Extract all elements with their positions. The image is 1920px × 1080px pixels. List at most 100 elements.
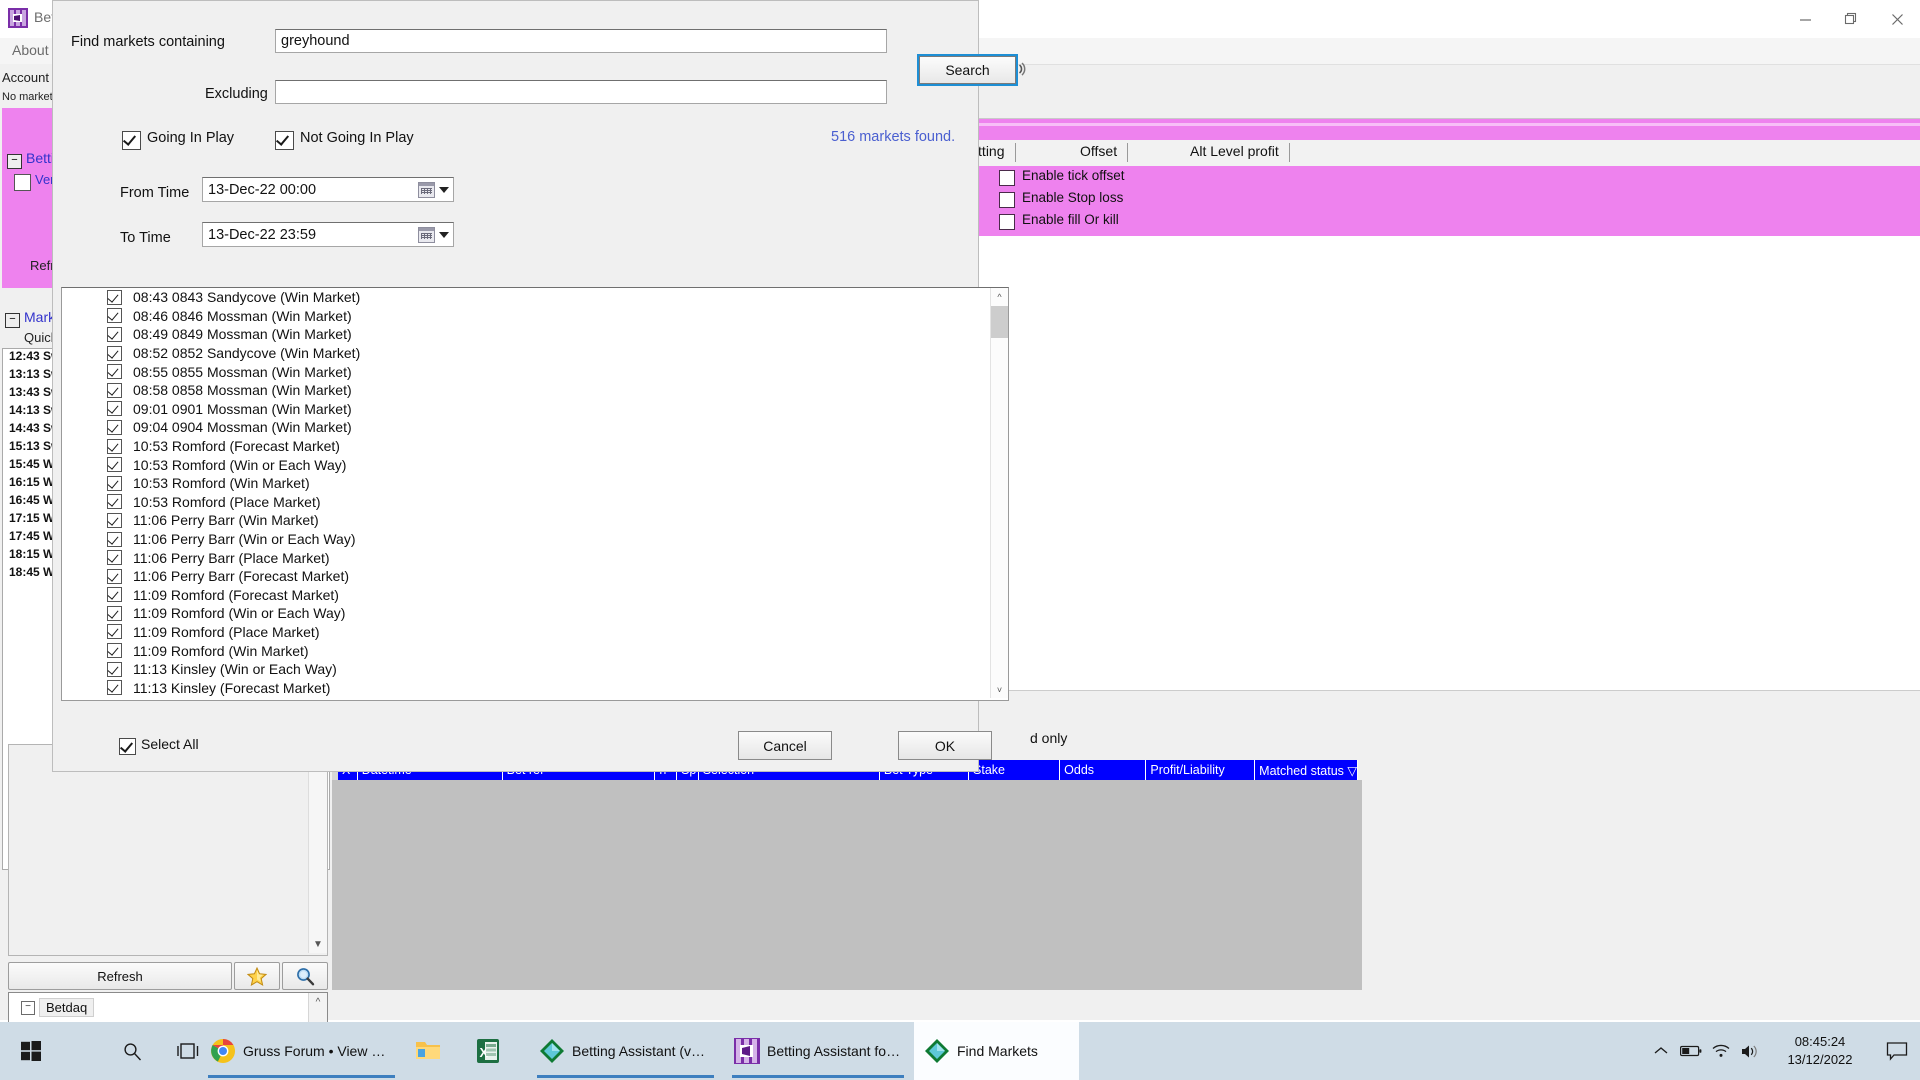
option-checkbox[interactable] [999,170,1015,186]
window-minimize-button[interactable] [1782,0,1828,38]
market-item-checkbox[interactable] [107,289,122,305]
market-item-checkbox[interactable] [107,643,122,659]
market-list-item[interactable]: 08:49 0849 Mossman (Win Market) [62,325,990,344]
windows-start-icon[interactable] [8,1032,54,1070]
wifi-icon[interactable] [1706,1022,1736,1080]
favourites-star-icon[interactable] [234,962,280,990]
scrollbar-thumb[interactable] [991,306,1008,338]
market-list-item[interactable]: 11:06 Perry Barr (Place Market) [62,548,990,567]
not-going-in-play-checkbox[interactable] [275,131,294,150]
market-list-item[interactable]: 11:06 Perry Barr (Win Market) [62,511,990,530]
market-list-item[interactable]: 08:43 0843 Sandycove (Win Market) [62,288,990,307]
taskbar-item[interactable]: X [467,1022,529,1080]
market-item-checkbox[interactable] [107,494,122,510]
option-checkbox[interactable] [999,214,1015,230]
taskbar-item[interactable] [405,1022,467,1080]
market-item-checkbox[interactable] [107,401,122,417]
taskbar-item[interactable]: Betting Assistant fo… [724,1022,914,1080]
verify-bets-checkbox[interactable] [14,174,31,191]
grid-column-header[interactable]: Matched status ▽ [1255,760,1359,780]
excluding-input[interactable] [275,80,887,104]
option-checkbox[interactable] [999,192,1015,208]
tree-scroll-up-icon[interactable]: ^ [309,993,327,1011]
scroll-down-icon[interactable]: ▼ [309,935,327,953]
show-hidden-icons-icon[interactable] [1646,1022,1676,1080]
action-center-icon[interactable] [1874,1022,1920,1080]
grid-column-header[interactable]: Odds [1060,760,1147,780]
left-secondary-scrollbar[interactable]: ▲ ▼ [308,745,327,953]
markets-node-expander[interactable]: − [5,313,20,328]
markets-listbox[interactable]: 08:43 0843 Sandycove (Win Market) 08:46 0… [61,287,1009,701]
market-item-checkbox[interactable] [107,382,122,398]
search-button[interactable]: Search [917,54,1018,86]
find-markets-input[interactable]: greyhound [275,29,887,53]
market-list-item[interactable]: 08:46 0846 Mossman (Win Market) [62,307,990,326]
market-item-checkbox[interactable] [107,326,122,342]
scroll-up-icon[interactable]: ^ [991,288,1008,305]
find-markets-magnifier-icon[interactable] [282,962,328,990]
market-item-checkbox[interactable] [107,475,122,491]
market-list-item[interactable]: 11:13 Kinsley (Win or Each Way) [62,660,990,679]
market-item-checkbox[interactable] [107,457,122,473]
select-all-checkbox[interactable] [119,738,136,755]
search-icon[interactable] [112,1032,152,1070]
market-item-checkbox[interactable] [107,680,122,696]
market-item-checkbox[interactable] [107,364,122,380]
taskbar-item[interactable]: Gruss Forum • View … [200,1022,405,1080]
battery-icon[interactable] [1676,1022,1706,1080]
market-list-item[interactable]: 11:09 Romford (Win Market) [62,641,990,660]
market-item-checkbox[interactable] [107,512,122,528]
grid-column-header[interactable]: Stake [969,760,1061,780]
window-restore-button[interactable] [1828,0,1874,38]
volume-icon[interactable] [1736,1022,1766,1080]
market-list-item[interactable]: 08:52 0852 Sandycove (Win Market) [62,344,990,363]
taskbar-item[interactable]: Betting Assistant (v… [529,1022,724,1080]
market-list-item[interactable]: 11:06 Perry Barr (Win or Each Way) [62,530,990,549]
grid-column-header[interactable]: Profit/Liability [1146,760,1256,780]
market-list-item[interactable]: 09:04 0904 Mossman (Win Market) [62,418,990,437]
market-item-checkbox[interactable] [107,568,122,584]
cancel-button[interactable]: Cancel [738,731,832,760]
market-item-checkbox[interactable] [107,624,122,640]
tree-expander-icon[interactable]: − [21,1001,35,1015]
to-time-input[interactable]: 13-Dec-22 23:59 [202,222,454,247]
market-item-checkbox[interactable] [107,438,122,454]
market-item-checkbox[interactable] [107,605,122,621]
from-time-input[interactable]: 13-Dec-22 00:00 [202,177,454,202]
settings-tabstrip[interactable]: Dutch bettingOffsetAlt Level profit [922,140,1920,167]
refresh-button[interactable]: Refresh [8,962,232,990]
market-list-item[interactable]: 10:53 Romford (Win or Each Way) [62,455,990,474]
market-list-item[interactable]: 10:53 Romford (Win Market) [62,474,990,493]
tab-alt-level-profit[interactable]: Alt Level profit [1180,143,1290,162]
markets-list-scrollbar[interactable]: ^ ˅ [990,288,1008,698]
market-list-item[interactable]: 09:01 0901 Mossman (Win Market) [62,400,990,419]
market-list-item[interactable]: 11:09 Romford (Forecast Market) [62,586,990,605]
market-list-item[interactable]: 11:09 Romford (Place Market) [62,623,990,642]
market-item-checkbox[interactable] [107,587,122,603]
scroll-down-icon[interactable]: ˅ [991,681,1008,698]
market-list-item[interactable]: 10:53 Romford (Place Market) [62,493,990,512]
tree-node[interactable]: − Betdaq [9,993,327,1022]
calendar-dropdown-icon[interactable] [409,226,449,243]
market-item-checkbox[interactable] [107,550,122,566]
market-list-item[interactable]: 11:09 Romford (Win or Each Way) [62,604,990,623]
betting-node-expander[interactable]: − [7,154,22,169]
going-in-play-checkbox[interactable] [122,131,141,150]
tab-offset[interactable]: Offset [1070,143,1129,162]
market-list-item[interactable]: 08:58 0858 Mossman (Win Market) [62,381,990,400]
market-item-checkbox[interactable] [107,531,122,547]
market-item-checkbox[interactable] [107,419,122,435]
taskbar-item[interactable]: Find Markets [914,1022,1079,1080]
market-item-checkbox[interactable] [107,661,122,677]
menu-item-about[interactable]: About [6,41,55,59]
calendar-dropdown-icon[interactable] [409,181,449,198]
ok-button[interactable]: OK [898,731,992,760]
taskbar-clock[interactable]: 08:45:24 13/12/2022 [1766,1022,1874,1080]
bets-grid-body[interactable] [332,780,1362,990]
market-item-checkbox[interactable] [107,345,122,361]
market-list-item[interactable]: 11:13 Kinsley (Forecast Market) [62,678,990,697]
market-list-item[interactable]: 08:55 0855 Mossman (Win Market) [62,362,990,381]
market-list-item[interactable]: 11:06 Perry Barr (Forecast Market) [62,567,990,586]
market-item-checkbox[interactable] [107,308,122,324]
window-close-button[interactable] [1874,0,1920,38]
